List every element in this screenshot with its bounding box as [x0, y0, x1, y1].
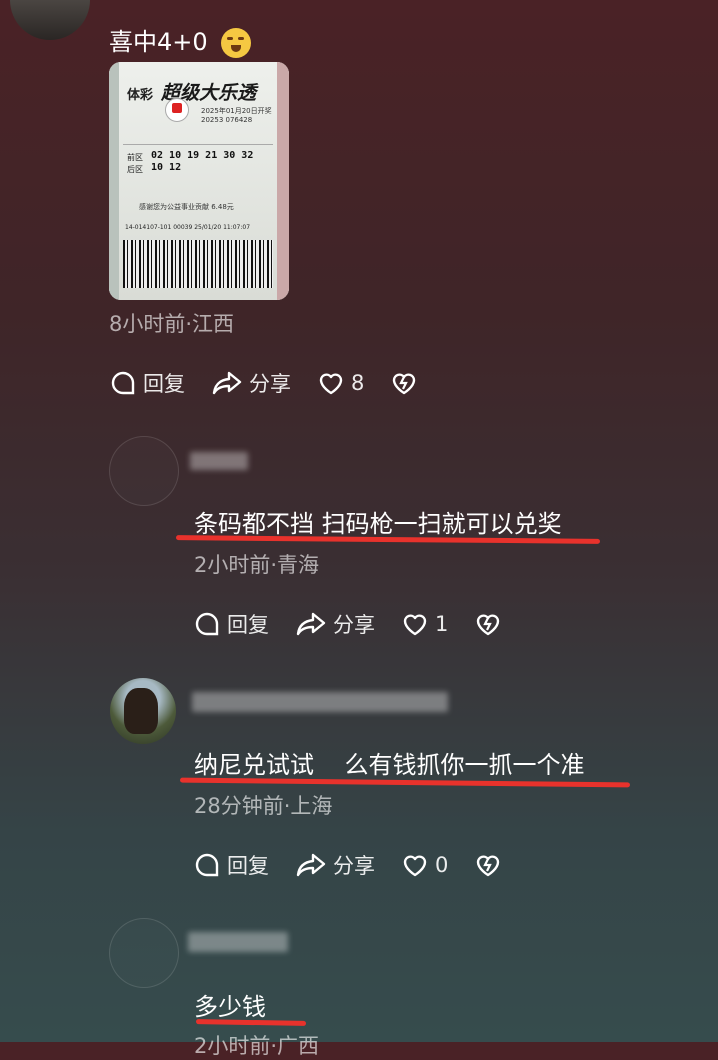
comment-text: 喜中4+0	[109, 22, 252, 58]
ticket-front-label: 前区	[127, 153, 143, 162]
comment-meta: 2小时前·青海	[194, 553, 320, 577]
red-underline	[195, 1019, 307, 1026]
comment-text: 多少钱	[194, 993, 266, 1021]
heart-icon	[403, 855, 427, 877]
reply-button[interactable]: 回复	[109, 368, 185, 398]
comment-text: 纳尼兑试试 么有钱抓你一抓一个准	[194, 751, 585, 779]
share-button[interactable]: 分享	[211, 368, 291, 398]
reply-button[interactable]: 回复	[193, 850, 269, 880]
blurred-username	[190, 452, 248, 470]
comment-text: 条码都不挡 扫码枪一扫就可以兑奖	[194, 510, 562, 538]
avatar[interactable]	[110, 678, 176, 744]
heart-icon	[403, 614, 427, 636]
comment-actions: 回复 分享 8	[109, 368, 450, 398]
share-icon	[296, 612, 326, 636]
dislike-button[interactable]	[474, 611, 508, 637]
ticket-front-numbers: 02 10 19 21 30 32	[151, 150, 254, 161]
dislike-icon	[477, 855, 500, 877]
share-button[interactable]: 分享	[295, 609, 375, 639]
reply-icon	[195, 853, 219, 877]
ticket-date: 2025年01月20日开奖	[201, 107, 272, 115]
blurred-username	[188, 932, 288, 952]
ticket-back-label: 后区	[127, 165, 143, 174]
ticket-brand: 体彩	[127, 88, 154, 103]
ticket-barcode	[123, 240, 273, 288]
ticket-serial: 20253 076428	[201, 116, 253, 124]
comment-meta: 2小时前·广西	[194, 1034, 320, 1058]
reply-icon	[111, 371, 135, 395]
comment-actions: 回复 分享 0	[193, 850, 534, 880]
avatar[interactable]	[10, 0, 90, 40]
comment-meta: 8小时前·江西	[109, 312, 235, 336]
like-button[interactable]: 1	[401, 611, 448, 637]
reply-button[interactable]: 回复	[193, 609, 269, 639]
share-button[interactable]: 分享	[295, 850, 375, 880]
like-button[interactable]: 0	[401, 852, 448, 878]
avatar[interactable]	[109, 918, 179, 988]
dislike-button[interactable]	[474, 852, 508, 878]
share-icon	[296, 853, 326, 877]
like-button[interactable]: 8	[317, 370, 364, 396]
dislike-icon	[393, 373, 416, 395]
comment-meta: 28分钟前·上海	[194, 794, 333, 818]
lottery-ticket-image[interactable]: 体彩 超级大乐透 2025年01月20日开奖 20253 076428 前区 0…	[109, 62, 289, 300]
ticket-back-numbers: 10 12	[151, 162, 182, 173]
comment-actions: 回复 分享 1	[193, 609, 534, 639]
dislike-icon	[477, 614, 500, 636]
ticket-footer: 感谢您为公益事业贡献 6.48元	[139, 203, 234, 211]
like-count: 0	[435, 853, 449, 877]
heart-icon	[319, 373, 343, 395]
like-count: 1	[435, 612, 449, 636]
avatar[interactable]	[109, 436, 179, 506]
ticket-marker-icon	[165, 98, 189, 122]
reply-icon	[195, 612, 219, 636]
ticket-code: 14-014107-101 00039 25/01/20 11:07:07	[125, 224, 251, 231]
like-count: 8	[351, 371, 365, 395]
share-icon	[212, 371, 242, 395]
blurred-username	[192, 692, 448, 712]
laughing-emoji-icon	[221, 28, 252, 58]
dislike-button[interactable]	[390, 370, 424, 396]
